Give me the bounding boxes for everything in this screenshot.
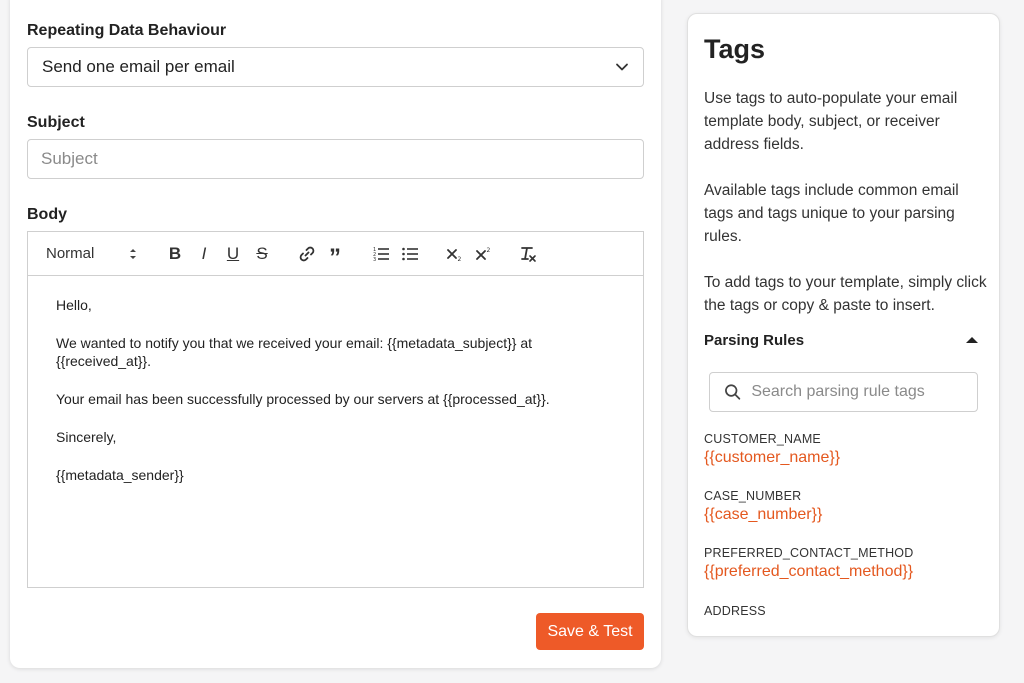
link-button[interactable]	[297, 242, 317, 266]
body-line: We wanted to notify you that we received…	[56, 335, 533, 369]
body-label: Body	[27, 206, 67, 223]
tags-description: Use tags to auto-populate your email tem…	[704, 90, 958, 153]
tag-item: ADDRESS	[704, 604, 766, 621]
superscript-button[interactable]: 2	[474, 242, 494, 266]
subscript-icon: 2	[447, 248, 462, 263]
superscript-icon: 2	[476, 247, 491, 260]
body-line: Your email has been successfully process…	[56, 391, 550, 407]
link-icon	[299, 246, 315, 261]
tag-item: CUSTOMER_NAME {{customer_name}}	[704, 432, 840, 467]
svg-text:2: 2	[487, 247, 491, 254]
bold-icon: B	[168, 243, 182, 263]
format-select[interactable]: Normal	[46, 242, 138, 266]
parsing-rules-toggle[interactable]: Parsing Rules	[704, 329, 979, 351]
ordered-list-button[interactable]: 1 2 3	[371, 242, 391, 266]
email-template-form: Repeating Data Behaviour Send one email …	[10, 0, 661, 668]
body-line: Hello,	[56, 297, 92, 313]
strikethrough-icon: S	[256, 243, 268, 263]
body-line: {{metadata_sender}}	[56, 467, 184, 483]
bold-button[interactable]: B	[165, 242, 185, 266]
tag-search-input[interactable]	[751, 383, 963, 401]
body-editor[interactable]: Hello, We wanted to notify you that we r…	[27, 275, 644, 588]
tag-search-box	[709, 372, 978, 412]
repeating-data-select[interactable]: Send one email per email	[27, 47, 644, 87]
chevron-down-icon	[616, 63, 628, 71]
tag-name: PREFERRED_CONTACT_METHOD	[704, 546, 914, 560]
ordered-list-icon: 1 2 3	[373, 247, 389, 263]
format-select-value: Normal	[46, 245, 95, 262]
bullet-list-button[interactable]	[400, 242, 420, 266]
italic-button[interactable]: I	[194, 242, 214, 266]
save-and-test-button[interactable]: Save & Test	[536, 613, 644, 650]
body-line: Sincerely,	[56, 429, 117, 445]
repeating-data-value: Send one email per email	[42, 57, 235, 76]
tag-name: ADDRESS	[704, 604, 766, 618]
tag-item: PREFERRED_CONTACT_METHOD {{preferred_con…	[704, 546, 913, 581]
underline-button[interactable]: U	[223, 242, 243, 266]
subject-label: Subject	[27, 114, 85, 131]
parsing-rules-label: Parsing Rules	[704, 331, 805, 349]
quote-icon: ”	[329, 243, 341, 271]
caret-up-icon	[966, 337, 978, 343]
search-icon	[725, 384, 741, 400]
tag-name: CUSTOMER_NAME	[704, 432, 821, 446]
underline-icon: U	[226, 243, 240, 263]
italic-icon: I	[201, 243, 207, 263]
tag-value[interactable]: {{case_number}}	[704, 506, 822, 524]
clear-format-icon	[521, 246, 536, 262]
tag-item: CASE_NUMBER {{case_number}}	[704, 489, 822, 524]
tags-description: To add tags to your template, simply cli…	[704, 274, 987, 314]
subscript-button[interactable]: 2	[445, 242, 465, 266]
tag-value[interactable]: {{preferred_contact_method}}	[704, 563, 913, 581]
tags-description: Available tags include common email tags…	[704, 182, 959, 245]
tags-title: Tags	[704, 34, 766, 64]
tag-value[interactable]: {{customer_name}}	[704, 449, 840, 467]
editor-toolbar: Normal B I U S ” 1 2 3 2 2	[27, 231, 644, 275]
svg-text:3: 3	[373, 257, 376, 263]
repeating-data-label: Repeating Data Behaviour	[27, 22, 227, 39]
tag-name: CASE_NUMBER	[704, 489, 802, 503]
blockquote-button[interactable]: ”	[325, 242, 345, 269]
strikethrough-button[interactable]: S	[252, 242, 272, 266]
bullet-list-icon	[402, 247, 418, 260]
tags-panel: Tags Use tags to auto-populate your emai…	[687, 13, 1000, 637]
svg-text:2: 2	[458, 256, 462, 263]
updown-arrows-icon	[130, 248, 136, 259]
subject-input[interactable]	[27, 139, 644, 179]
clear-format-button[interactable]	[518, 242, 538, 266]
